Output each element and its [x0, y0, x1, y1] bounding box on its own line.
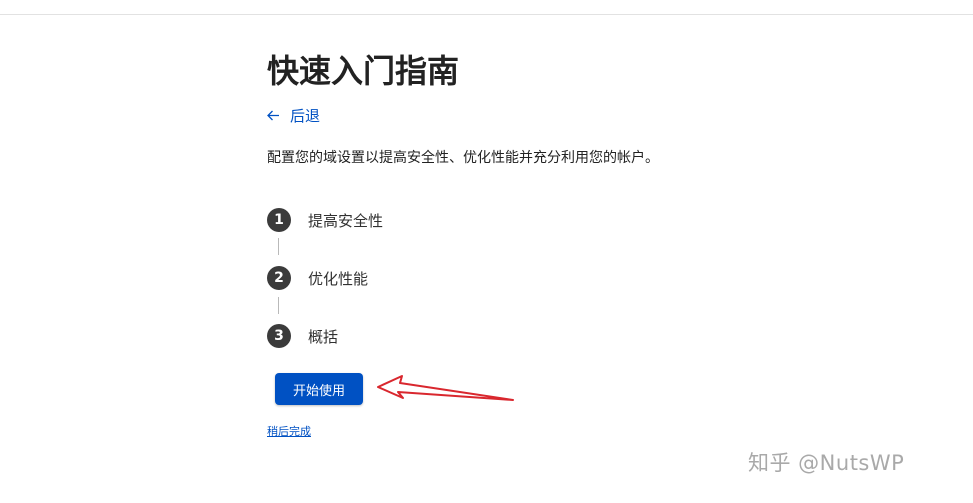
watermark: 知乎 @NutsWP: [748, 451, 905, 475]
back-link[interactable]: 后退: [267, 105, 320, 126]
step-connector: [278, 297, 279, 314]
step-1: 1 提高安全性: [267, 208, 383, 232]
top-divider: [0, 14, 973, 15]
step-number: 1: [267, 208, 291, 232]
red-arrow-icon: [377, 375, 514, 401]
page-title: 快速入门指南: [267, 52, 460, 90]
back-link-label: 后退: [290, 107, 321, 125]
page-description: 配置您的域设置以提高安全性、优化性能并充分利用您的帐户。: [267, 150, 659, 166]
step-label: 优化性能: [308, 269, 369, 288]
step-label: 提高安全性: [308, 211, 384, 230]
step-number: 2: [267, 266, 291, 290]
step-3: 3 概括: [267, 324, 338, 348]
step-label: 概括: [308, 327, 339, 346]
step-2: 2 优化性能: [267, 266, 368, 290]
step-number: 3: [267, 324, 291, 348]
step-connector: [278, 238, 279, 255]
arrow-left-icon: [267, 110, 279, 121]
get-started-button[interactable]: 开始使用: [275, 373, 363, 405]
finish-later-link[interactable]: 稍后完成: [267, 423, 311, 439]
